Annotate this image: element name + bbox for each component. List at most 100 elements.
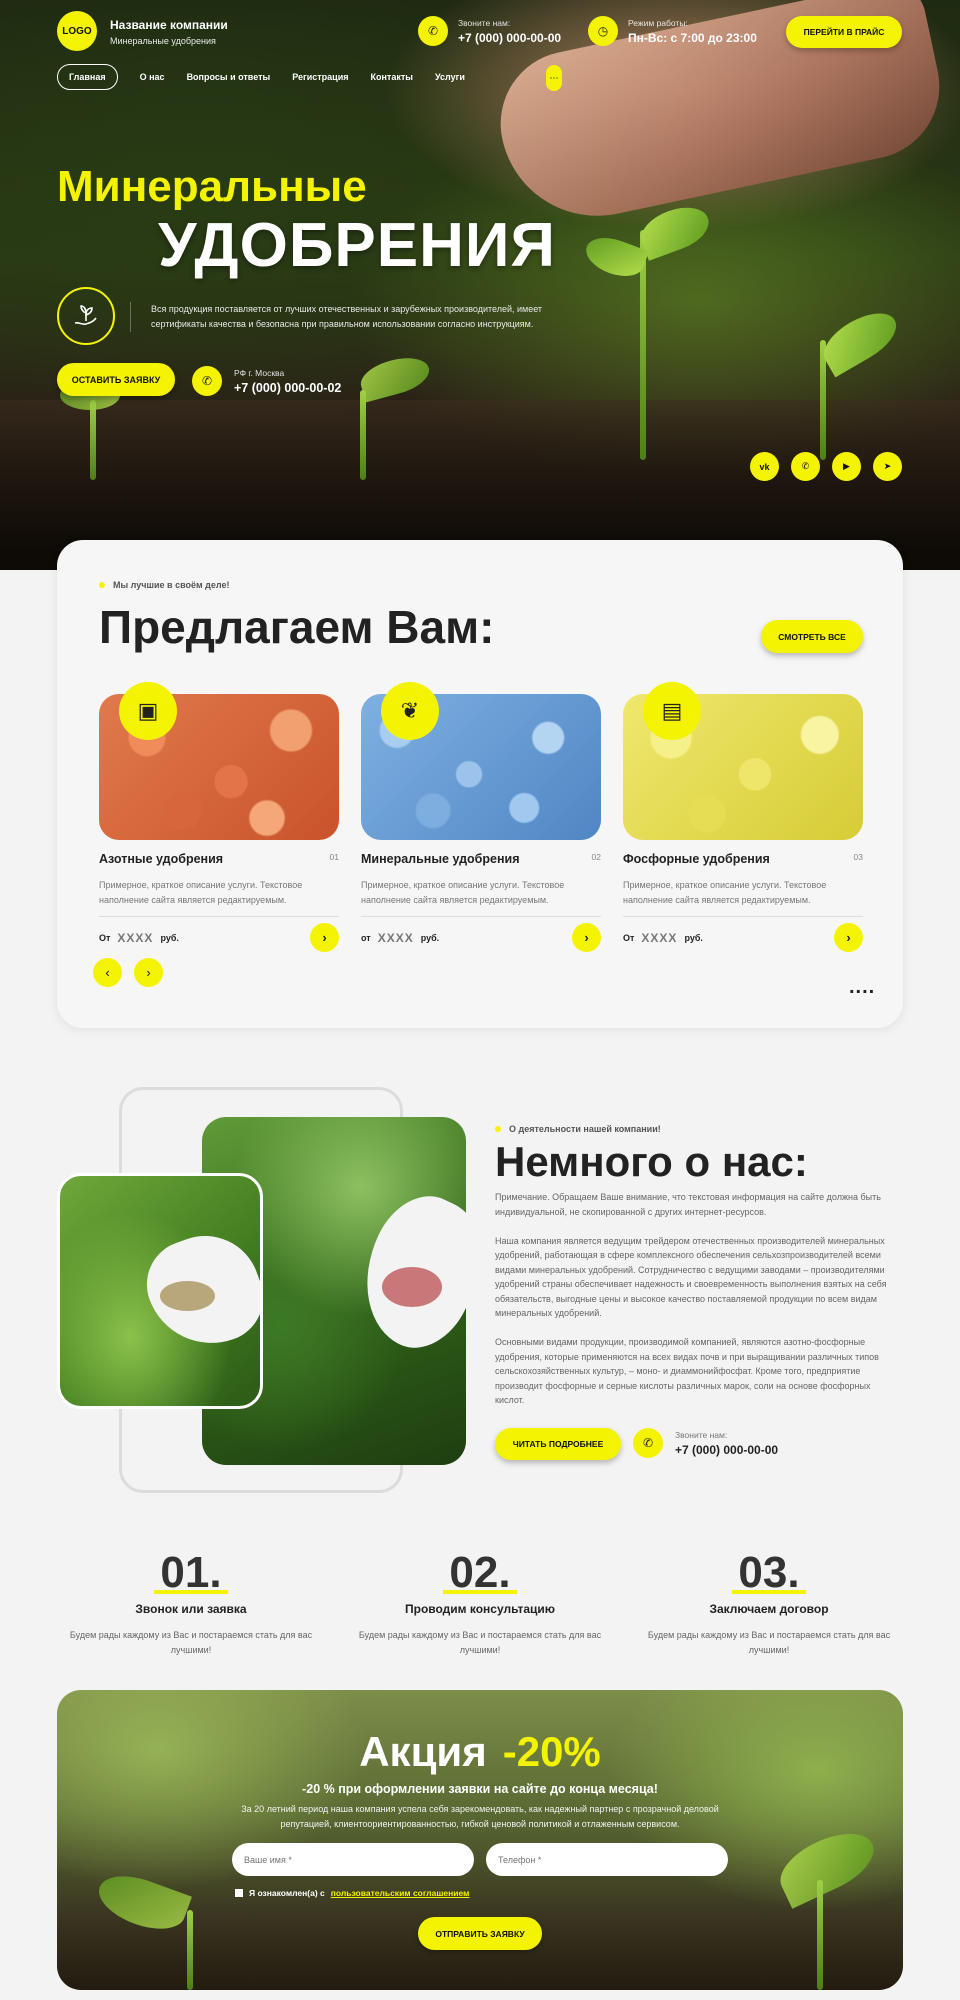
slider-prev-button[interactable]: ‹ [93,958,122,987]
price-unit: руб. [684,932,703,943]
phone-input[interactable] [486,1843,728,1876]
phone-icon[interactable]: ✆ [633,1428,663,1458]
service-card[interactable]: ❦ Минеральные удобрения 02 Примерное, кра… [361,682,601,952]
price-value: XXXX [377,930,414,945]
sprout-leaf [356,351,434,403]
vk-icon[interactable]: vk [750,452,779,481]
price-list-button[interactable]: ПЕРЕЙТИ В ПРАЙС [786,16,902,48]
price-value: XXXX [641,930,678,945]
step-number: 02. [443,1548,517,1597]
price-unit: руб. [160,932,179,943]
promo-description: За 20 летний период наша компания успела… [241,1804,719,1829]
card-title: Азотные удобрения [99,852,224,866]
nav-registration[interactable]: Регистрация [292,72,348,82]
services-tag: Мы лучшие в своём деле! [99,580,230,590]
social-links: vk ✆ ▶ ➤ [750,452,902,481]
about-phone-number[interactable]: +7 (000) 000-00-00 [675,1443,778,1457]
card-number: 03 [853,852,863,862]
pink-granules [382,1267,442,1307]
nav-services[interactable]: Услуги [435,72,465,82]
promo-subtitle: -20 % при оформлении заявки на сайте до … [302,1782,658,1796]
step-number: 01. [154,1548,228,1597]
whatsapp-icon[interactable]: ✆ [791,452,820,481]
nav-home[interactable]: Главная [57,64,118,90]
tag-dot [99,582,105,588]
card-description: Примерное, краткое описание услуги. Текс… [623,878,863,917]
arrow-right-icon[interactable]: › [310,923,339,952]
services-title: Предлагаем Вам: [99,601,495,653]
main-nav: Главная О нас Вопросы и ответы Регистрац… [57,64,465,90]
step-item: 03. Заключаем договор Будем рады каждому… [634,1548,904,1658]
company-block: Название компании Минеральные удобрения [110,18,228,46]
hero-phone: ✆ РФ г. Москва +7 (000) 000-00-02 [192,366,341,396]
card-price: от XXXX руб. › [361,923,601,952]
agreement-checkbox[interactable]: Я ознакомлен(а) с пользовательским соглаш… [235,1888,469,1898]
fertilizer-bag-icon: ▣ [119,682,177,740]
tag-dot [495,1126,501,1132]
hero-phone-number[interactable]: +7 (000) 000-00-02 [234,381,341,395]
sprout-stem [187,1910,193,1990]
hero-city: РФ г. Москва [234,367,285,378]
slider-next-button[interactable]: › [134,958,163,987]
nav-faq[interactable]: Вопросы и ответы [187,72,271,82]
card-price: От XXXX руб. › [99,923,339,952]
promo-section: Акция -20% -20 % при оформлении заявки на… [57,1690,903,1990]
arrow-right-icon[interactable]: › [834,923,863,952]
services-section: Мы лучшие в своём деле! Предлагаем Вам: … [57,540,903,1028]
hero-title-line2: УДОБРЕНИЯ [158,211,556,280]
sprout-stem [817,1880,823,1990]
about-phone: ✆ Звоните нам: +7 (000) 000-00-00 [633,1428,778,1458]
company-subtitle: Минеральные удобрения [110,36,216,46]
price-from: От [623,932,635,943]
phone-icon[interactable]: ✆ [192,366,222,396]
step-description: Будем рады каждому из Вас и постараемся … [69,1630,313,1655]
promo-title-text: Акция [359,1728,487,1775]
hero-section: LOGO Название компании Минеральные удобр… [0,0,960,570]
telegram-icon[interactable]: ➤ [873,452,902,481]
slider-dots[interactable]: .... [849,976,875,999]
about-tag: О деятельности нашей компании! [495,1124,661,1134]
service-card[interactable]: ▤ Фосфорные удобрения 03 Примерное, кратк… [623,682,863,952]
about-text: Примечание. Обращаем Ваше внимание, что … [495,1190,901,1422]
step-item: 01. Звонок или заявка Будем рады каждому… [56,1548,326,1658]
fertilizer-pack-icon: ▤ [643,682,701,740]
clock-icon: ◷ [588,16,618,46]
nav-about[interactable]: О нас [140,72,165,82]
about-title: Немного о нас: [495,1138,808,1185]
card-number: 02 [591,852,601,862]
read-more-button[interactable]: ЧИТАТЬ ПОДРОБНЕЕ [495,1428,621,1460]
step-title: Проводим консультацию [405,1602,555,1616]
promo-title: Акция -20% [57,1728,903,1776]
sprout-leaf [92,1865,192,1940]
header-phone: ✆ Звоните нам: +7 (000) 000-00-00 [418,16,561,46]
call-label: Звоните нам: [458,17,511,28]
name-input[interactable] [232,1843,474,1876]
nav-contacts[interactable]: Контакты [371,72,413,82]
step-title: Звонок или заявка [135,1602,247,1616]
call-phone[interactable]: +7 (000) 000-00-00 [458,31,561,45]
hero-title-line1: Минеральные [57,162,367,211]
see-all-button[interactable]: СМОТРЕТЬ ВСЕ [761,620,863,653]
leave-request-button[interactable]: ОСТАВИТЬ ЗАЯВКУ [57,363,175,396]
step-title: Заключаем договор [709,1602,829,1616]
hours-label: Режим работы: [628,17,688,28]
service-card[interactable]: ▣ Азотные удобрения 01 Примерное, краткое… [99,682,339,952]
call-label: Звоните нам: [675,1429,728,1440]
card-price: От XXXX руб. › [623,923,863,952]
agreement-link[interactable]: пользовательским соглашением [331,1888,470,1898]
price-from: От [99,932,111,943]
checkbox-box[interactable] [235,1889,243,1897]
hand-plant-icon [57,287,115,345]
more-menu-icon[interactable]: ⋯ [546,65,562,91]
card-title: Фосфорные удобрения [623,852,770,866]
header-hours: ◷ Режим работы: Пн-Вс: с 7:00 до 23:00 [588,16,757,46]
services-tag-text: Мы лучшие в своём деле! [113,580,230,590]
logo[interactable]: LOGO [57,11,97,51]
youtube-icon[interactable]: ▶ [832,452,861,481]
submit-request-button[interactable]: ОТПРАВИТЬ ЗАЯВКУ [418,1917,542,1950]
phone-icon[interactable]: ✆ [418,16,448,46]
about-note: Примечание. Обращаем Ваше внимание, что … [495,1192,881,1217]
arrow-right-icon[interactable]: › [572,923,601,952]
step-item: 02. Проводим консультацию Будем рады каж… [345,1548,615,1658]
card-description: Примерное, краткое описание услуги. Текс… [361,878,601,917]
